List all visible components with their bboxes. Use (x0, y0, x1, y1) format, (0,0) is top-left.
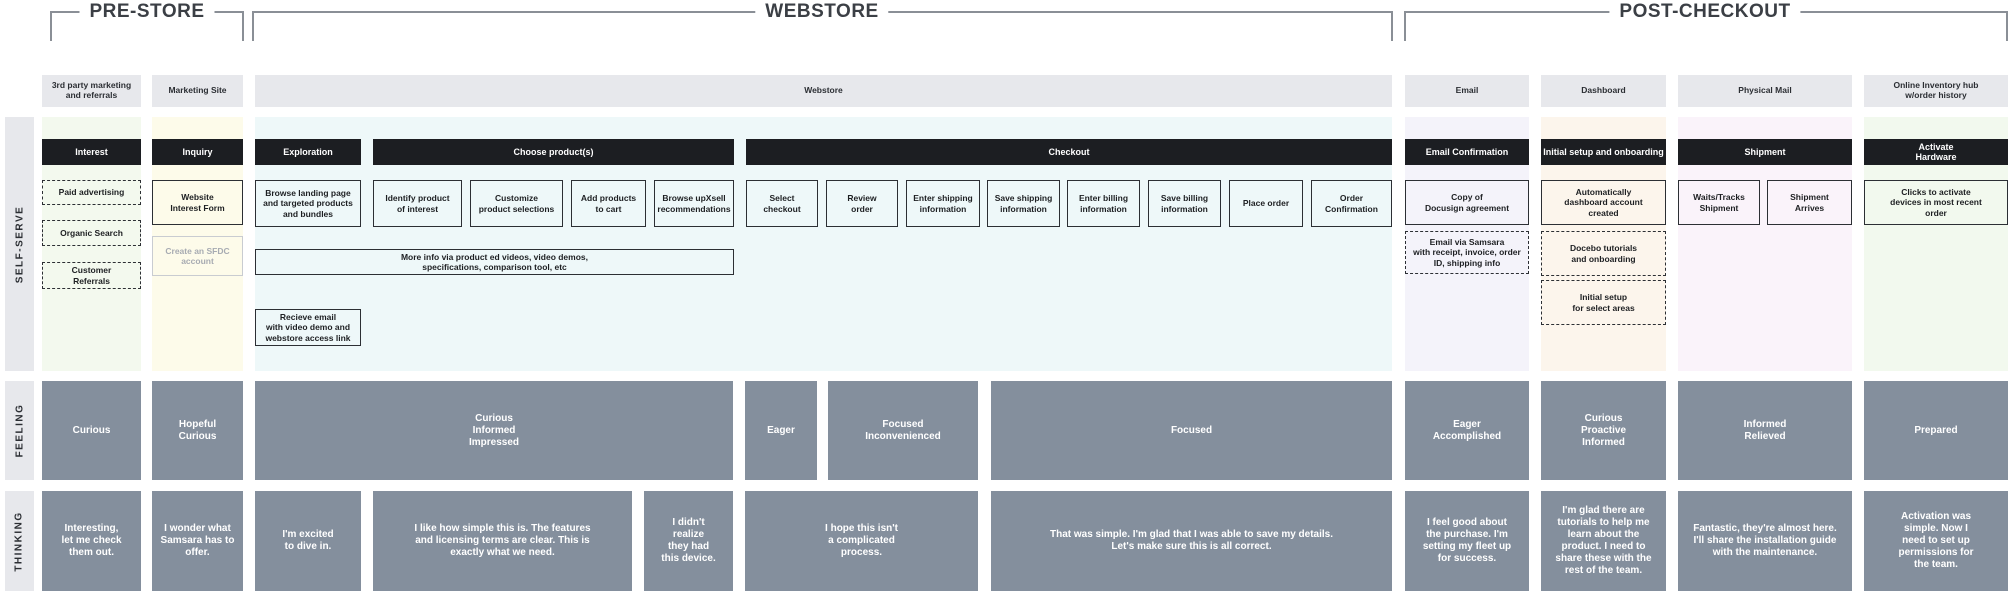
channel-email: Email (1405, 75, 1529, 107)
card-enter-billing: Enter billing information (1067, 180, 1140, 227)
stage-checkout: Checkout (746, 139, 1392, 165)
thought-inquiry: I wonder what Samsara has to offer. (152, 491, 243, 591)
postcheckout-title: POST-CHECKOUT (1609, 0, 1801, 24)
feeling-curious: Curious (42, 381, 141, 480)
thought-saved-details: That was simple. I'm glad that I was abl… (991, 491, 1392, 591)
card-save-shipping: Save shipping information (987, 180, 1060, 227)
card-add-to-cart: Add products to cart (571, 180, 646, 227)
feeling-focused: Focused (991, 381, 1392, 480)
card-clicks-to-activate: Clicks to activate devices in most recen… (1864, 180, 2008, 225)
stage-shipment: Shipment (1678, 139, 1852, 165)
card-organic-search: Organic Search (42, 220, 141, 246)
thought-exploration: I'm excited to dive in. (255, 491, 361, 591)
thought-features-clear: I like how simple this is. The features … (373, 491, 632, 591)
thought-activation-simple: Activation was simple. Now I need to set… (1864, 491, 2008, 591)
channel-3rd-party: 3rd party marketing and referrals (42, 75, 141, 107)
feeling-curious-proactive-informed: Curious Proactive Informed (1541, 381, 1666, 480)
channel-webstore: Webstore (255, 75, 1392, 107)
channel-inventory-hub: Online Inventory hub w/order history (1864, 75, 2008, 107)
thought-almost-here: Fantastic, they're almost here. I'll sha… (1678, 491, 1852, 591)
card-docusign-copy: Copy of Docusign agreement (1405, 180, 1529, 225)
prestore-title: PRE-STORE (79, 0, 215, 24)
card-browse-upxsell: Browse upXsell recommendations (654, 180, 734, 227)
card-initial-setup-areas: Initial setup for select areas (1541, 280, 1666, 325)
card-enter-shipping: Enter shipping information (906, 180, 980, 227)
feeling-prepared: Prepared (1864, 381, 2008, 480)
card-auto-dashboard-account: Automatically dashboard account created (1541, 180, 1666, 225)
lane-feeling: FEELING (5, 381, 34, 480)
thought-didnt-realize: I didn't realize they had this device. (644, 491, 733, 591)
feeling-informed-relieved: Informed Relieved (1678, 381, 1852, 480)
lane-selfserve: SELF-SERVE (5, 117, 34, 371)
card-browse-landing-page: Browse landing page and targeted product… (255, 180, 361, 227)
feeling-curious-informed-impressed: Curious Informed Impressed (255, 381, 733, 480)
card-identify-product: Identify product of interest (373, 180, 462, 227)
channel-marketing-site: Marketing Site (152, 75, 243, 107)
thought-feel-good: I feel good about the purchase. I'm sett… (1405, 491, 1529, 591)
webstore-title: WEBSTORE (755, 0, 889, 24)
stage-inquiry: Inquiry (152, 139, 243, 165)
card-order-confirmation: Order Confirmation (1311, 180, 1392, 227)
feeling-hopeful-curious: Hopeful Curious (152, 381, 243, 480)
card-shipment-arrives: Shipment Arrives (1767, 180, 1852, 225)
feeling-focused-inconvenienced: Focused Inconvenienced (828, 381, 978, 480)
card-place-order: Place order (1229, 180, 1303, 227)
card-website-interest-form: Website Interest Form (152, 180, 243, 225)
card-docebo-tutorials: Docebo tutorials and onboarding (1541, 231, 1666, 276)
card-recieve-email: Recieve email with video demo and websto… (255, 309, 361, 346)
thought-interest: Interesting, let me check them out. (42, 491, 141, 591)
card-create-sfdc-account: Create an SFDC account (152, 236, 243, 276)
card-review-order: Review order (826, 180, 898, 227)
card-select-checkout: Select checkout (746, 180, 818, 227)
stage-email-confirmation: Email Confirmation (1405, 139, 1529, 165)
stage-exploration: Exploration (255, 139, 361, 165)
feeling-eager-accomplished: Eager Accomplished (1405, 381, 1529, 480)
thought-complicated-process: I hope this isn't a complicated process. (745, 491, 978, 591)
card-samsara-email: Email via Samsara with receipt, invoice,… (1405, 231, 1529, 274)
channel-dashboard: Dashboard (1541, 75, 1666, 107)
stage-choose-products: Choose product(s) (373, 139, 734, 165)
card-customer-referrals: Customer Referrals (42, 262, 141, 289)
card-save-billing: Save billing information (1148, 180, 1221, 227)
stage-interest: Interest (42, 139, 141, 165)
card-customize-selections: Customize product selections (470, 180, 563, 227)
thought-tutorials: I'm glad there are tutorials to help me … (1541, 491, 1666, 591)
card-waits-tracks-shipment: Waits/Tracks Shipment (1678, 180, 1760, 225)
stage-initial-setup: Initial setup and onboarding (1541, 139, 1666, 165)
lane-thinking: THINKING (5, 491, 34, 591)
stage-activate-hardware: Activate Hardware (1864, 139, 2008, 165)
channel-physical-mail: Physical Mail (1678, 75, 1852, 107)
card-more-info: More info via product ed videos, video d… (255, 249, 734, 275)
feeling-eager: Eager (745, 381, 817, 480)
card-paid-advertising: Paid advertising (42, 180, 141, 205)
